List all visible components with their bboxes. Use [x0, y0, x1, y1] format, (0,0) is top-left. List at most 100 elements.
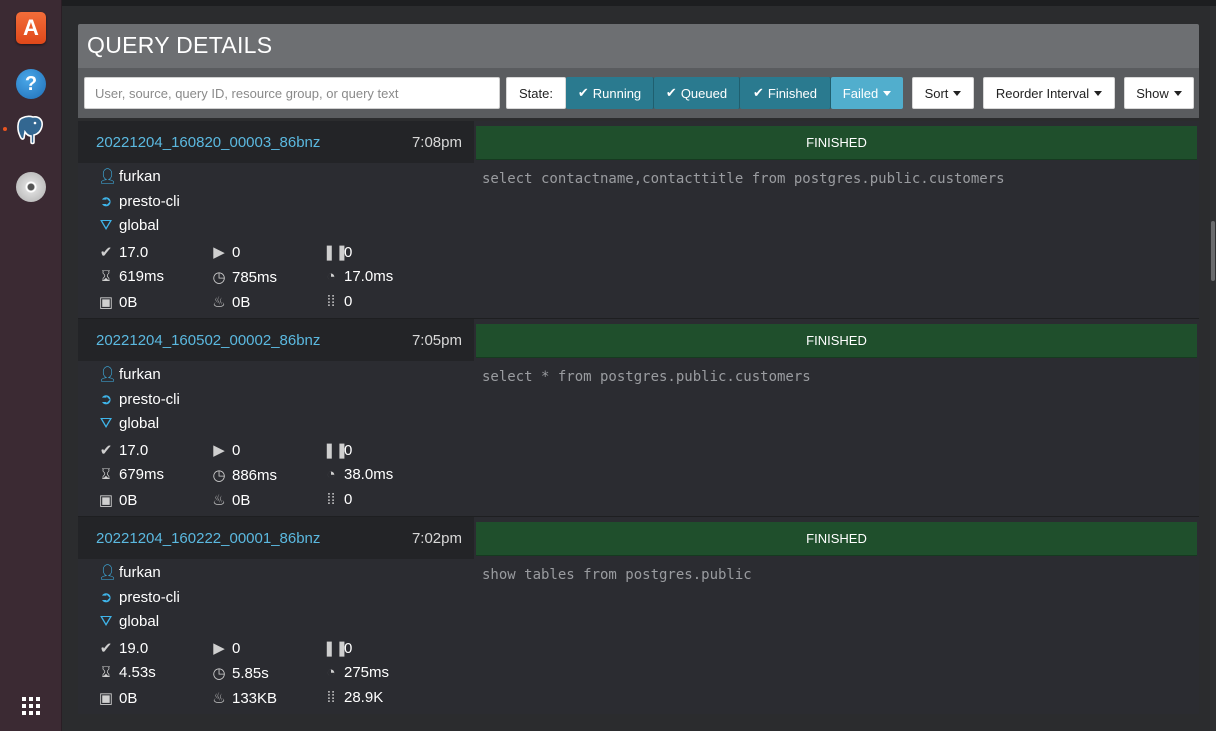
cpu-time-value: 38.0ms	[344, 466, 394, 483]
hourglass-icon: ⌛︎	[101, 664, 111, 681]
rows-value: 0	[344, 491, 353, 508]
hourglass-icon: ⌛︎	[101, 268, 111, 285]
caret-down-icon	[1173, 90, 1182, 96]
reorder-interval-dropdown[interactable]: Reorder Interval	[983, 77, 1115, 109]
dock-app-pgadmin[interactable]	[13, 111, 49, 147]
dock-app-software[interactable]: A	[13, 10, 49, 46]
query-text: show tables from postgres.public	[482, 567, 752, 583]
play-icon: ▶	[213, 640, 225, 657]
search-input[interactable]	[84, 77, 500, 109]
query-row: 20221204_160820_00003_86bnz 7:08pm 👤︎ fur…	[78, 121, 1199, 318]
peak-memory: ♨ 0B	[211, 491, 251, 510]
query-time: 7:05pm	[411, 332, 462, 349]
resource-group-value: global	[119, 415, 160, 432]
query-id-link[interactable]: 20221204_160820_00003_86bnz	[96, 134, 320, 151]
query-summary: 20221204_160502_00002_86bnz 7:05pm 👤︎ fur…	[78, 319, 474, 516]
rows-value: 28.9K	[344, 689, 384, 706]
road-icon: ⛛	[99, 613, 113, 630]
status-bar[interactable]: FINISHED	[476, 126, 1197, 160]
query-id-link[interactable]: 20221204_160502_00002_86bnz	[96, 332, 320, 349]
scrollbar[interactable]	[1210, 6, 1216, 731]
rows-icon: ⁞⁞	[326, 491, 336, 508]
queued-splits-value: 0	[344, 243, 353, 261]
sort-dropdown[interactable]: Sort	[912, 77, 974, 109]
cpu-time: ◔ 275ms	[323, 664, 389, 681]
cpu-time: ◔ 38.0ms	[323, 466, 393, 483]
dock-app-help[interactable]: ?	[13, 66, 49, 102]
clock-icon: ◷	[212, 467, 226, 484]
source-value: presto-cli	[119, 192, 180, 210]
peak-memory: ♨ 0B	[211, 293, 251, 312]
state-finished-label: Finished	[767, 85, 818, 101]
running-splits-value: 0	[232, 441, 241, 459]
show-label: Show	[1136, 85, 1169, 101]
completed-splits: ✔ 17.0	[98, 243, 149, 262]
running-splits: ▶ 0	[211, 639, 240, 658]
reorder-interval-label: Reorder Interval	[995, 85, 1090, 101]
user-icon: 👤︎	[98, 564, 118, 581]
query-text: select contactname,contacttitle from pos…	[482, 171, 1005, 187]
source-value: presto-cli	[119, 588, 180, 606]
queued-splits-value: 0	[344, 639, 353, 657]
fire-icon: ♨	[212, 492, 226, 509]
query-header: 20221204_160502_00002_86bnz 7:05pm	[78, 319, 474, 361]
current-memory: ▣ 0B	[98, 293, 137, 312]
wall-time-value: 4.53s	[119, 664, 156, 681]
postgres-elephant-icon	[17, 115, 43, 145]
peak-memory-value: 0B	[232, 491, 251, 509]
road-icon: ⛛	[99, 415, 113, 432]
check-icon: ✔	[665, 85, 677, 100]
user-value: furkan	[119, 365, 161, 383]
query-detail: FINISHED select contactname,contacttitle…	[474, 121, 1199, 318]
query-header: 20221204_160820_00003_86bnz 7:08pm	[78, 121, 474, 163]
peak-memory-value: 0B	[232, 293, 251, 311]
query-header: 20221204_160222_00001_86bnz 7:02pm	[78, 517, 474, 559]
query-source: ➲ presto-cli	[98, 588, 180, 607]
user-icon: 👤︎	[98, 168, 118, 185]
state-failed-dropdown[interactable]: Failed	[831, 77, 903, 109]
running-splits-value: 0	[232, 243, 241, 261]
status-bar[interactable]: FINISHED	[476, 324, 1197, 358]
query-source: ➲ presto-cli	[98, 192, 180, 211]
resource-group-value: global	[119, 217, 160, 234]
wall-time: ⌛︎ 619ms	[98, 268, 164, 285]
wall-time-value: 679ms	[119, 466, 165, 483]
query-resource-group: ⛛ global	[98, 217, 159, 234]
query-summary: 20221204_160820_00003_86bnz 7:08pm 👤︎ fur…	[78, 121, 474, 318]
queued-splits-value: 0	[344, 441, 353, 459]
disc-icon	[16, 172, 46, 202]
query-id-link[interactable]: 20221204_160222_00001_86bnz	[96, 530, 320, 547]
user-icon: 👤︎	[98, 366, 118, 383]
query-user: 👤︎ furkan	[98, 563, 161, 582]
memory-value: 0B	[119, 491, 138, 509]
show-dropdown[interactable]: Show	[1124, 77, 1194, 109]
query-detail: FINISHED show tables from postgres.publi…	[474, 517, 1199, 714]
dock-app-disc[interactable]	[13, 169, 49, 205]
scrollbar-thumb[interactable]	[1211, 221, 1215, 281]
fire-icon: ♨	[212, 690, 226, 707]
peak-memory: ♨ 133KB	[211, 689, 277, 708]
query-time: 7:02pm	[411, 530, 462, 547]
dashboard-icon: ◔	[326, 664, 336, 681]
login-icon: ➲	[99, 391, 113, 408]
play-icon: ▶	[213, 442, 225, 459]
resource-group-value: global	[119, 613, 160, 630]
state-queued-button[interactable]: ✔ Queued	[654, 77, 740, 109]
query-toolbar: State: ✔ Running ✔ Queued ✔ Finished Fai…	[78, 68, 1199, 118]
help-icon: ?	[16, 69, 46, 99]
state-label: State:	[506, 77, 566, 109]
queued-splits: ❚❚ 0	[323, 243, 353, 262]
apps-grid-icon[interactable]	[22, 697, 40, 715]
check-icon: ✔	[99, 244, 113, 261]
pause-icon: ❚❚	[323, 640, 349, 657]
clock-icon: ◷	[212, 665, 226, 682]
current-memory: ▣ 0B	[98, 491, 138, 510]
status-bar[interactable]: FINISHED	[476, 522, 1197, 556]
running-splits: ▶ 0	[211, 243, 241, 262]
memory-icon: ▣	[98, 690, 114, 707]
dashboard-icon: ◔	[326, 268, 336, 285]
login-icon: ➲	[99, 193, 113, 210]
state-finished-button[interactable]: ✔ Finished	[740, 77, 831, 109]
check-icon: ✔	[752, 85, 764, 100]
state-running-button[interactable]: ✔ Running	[566, 77, 654, 109]
